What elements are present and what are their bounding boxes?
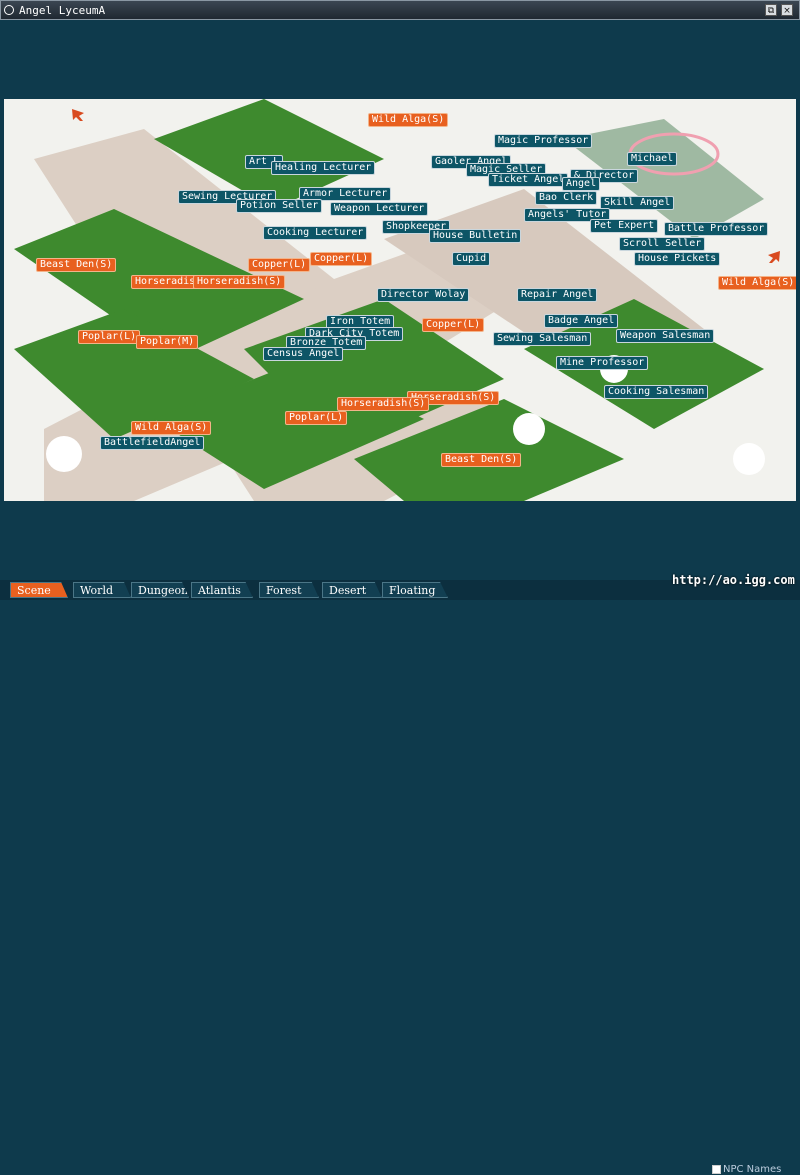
monster-label-poplar-l-2[interactable]: Poplar(L) [285,411,348,425]
monster-label-poplar-l-1[interactable]: Poplar(L) [78,330,141,344]
tab-desert[interactable]: Desert [322,582,382,598]
monster-label-wild-alga-3[interactable]: Wild Alga(S) [131,421,212,435]
npc-label-potion-seller[interactable]: Potion Seller [236,199,323,213]
tab-atlantis[interactable]: Atlantis [191,582,253,598]
npc-label-bao-clerk[interactable]: Bao Clerk [535,191,598,205]
tab-forest[interactable]: Forest [259,582,319,598]
restore-button[interactable]: ⧉ [765,4,777,16]
monster-label-copper-1[interactable]: Copper(L) [248,258,311,272]
npc-label-repair-angel[interactable]: Repair Angel [517,288,598,302]
title-bar: Angel LyceumA ⧉ × [0,0,800,20]
npc-label-mine-professor[interactable]: Mine Professor [556,356,649,370]
npc-label-weapon-salesman[interactable]: Weapon Salesman [616,329,715,343]
monster-label-beast-den-1[interactable]: Beast Den(S) [36,258,117,272]
npc-names-label: NPC Names [723,1164,782,1175]
npc-label-cupid[interactable]: Cupid [452,252,491,266]
npc-label-michael[interactable]: Michael [627,152,678,166]
monster-label-wild-alga-1[interactable]: Wild Alga(S) [368,113,449,127]
monster-label-copper-3[interactable]: Copper(L) [422,318,485,332]
npc-label-healing-lecturer[interactable]: Healing Lecturer [271,161,376,175]
npc-label-director-wolay[interactable]: Director Wolay [377,288,470,302]
npc-label-cooking-salesman[interactable]: Cooking Salesman [604,385,709,399]
monster-label-horseradish-4[interactable]: Horseradish(S) [337,397,430,411]
npc-names-checkbox[interactable] [712,1165,721,1174]
npc-label-magic-professor[interactable]: Magic Professor [494,134,593,148]
npc-label-scroll-seller[interactable]: Scroll Seller [619,237,706,251]
window-title: Angel LyceumA [19,4,106,17]
map-arrow-east-icon[interactable] [766,249,782,265]
npc-label-house-bulletin[interactable]: House Bulletin [429,229,522,243]
tab-floating[interactable]: Floating [382,582,448,598]
npc-label-battle-professor[interactable]: Battle Professor [664,222,769,236]
npc-label-weapon-lecturer[interactable]: Weapon Lecturer [330,202,429,216]
npc-label-census-angel[interactable]: Census Angel [263,347,344,361]
map-view[interactable]: Wild Alga(S) Magic Professor Michael Art… [4,99,796,501]
npc-label-house-pickets[interactable]: House Pickets [634,252,721,266]
npc-label-angel[interactable]: Angel [562,177,601,191]
monster-label-copper-2[interactable]: Copper(L) [310,252,373,266]
close-button[interactable]: × [781,4,793,16]
monster-label-horseradish-2[interactable]: Horseradish(S) [193,275,286,289]
monster-label-poplar-m[interactable]: Poplar(M) [136,335,199,349]
tab-scene[interactable]: Scene [10,582,68,598]
npc-label-battlefield-angel[interactable]: BattlefieldAngel [100,436,205,450]
npc-label-pet-expert[interactable]: Pet Expert [590,219,659,233]
npc-label-badge-angel[interactable]: Badge Angel [544,314,619,328]
watermark: http://ao.igg.com [672,573,795,587]
tab-dungeon[interactable]: Dungeon [131,582,189,598]
monster-label-wild-alga-2[interactable]: Wild Alga(S) [718,276,796,290]
monster-label-beast-den-2[interactable]: Beast Den(S) [441,453,522,467]
npc-label-sewing-salesman[interactable]: Sewing Salesman [493,332,592,346]
app-icon [4,5,14,15]
npc-label-skill-angel[interactable]: Skill Angel [600,196,675,210]
tab-world[interactable]: World [73,582,131,598]
npc-label-cooking-lecturer[interactable]: Cooking Lecturer [263,226,368,240]
npc-label-ticket-angel[interactable]: Ticket Angel [488,173,569,187]
npc-names-toggle[interactable]: NPC Names [712,1164,781,1175]
map-arrow-northwest-icon[interactable] [70,107,86,123]
